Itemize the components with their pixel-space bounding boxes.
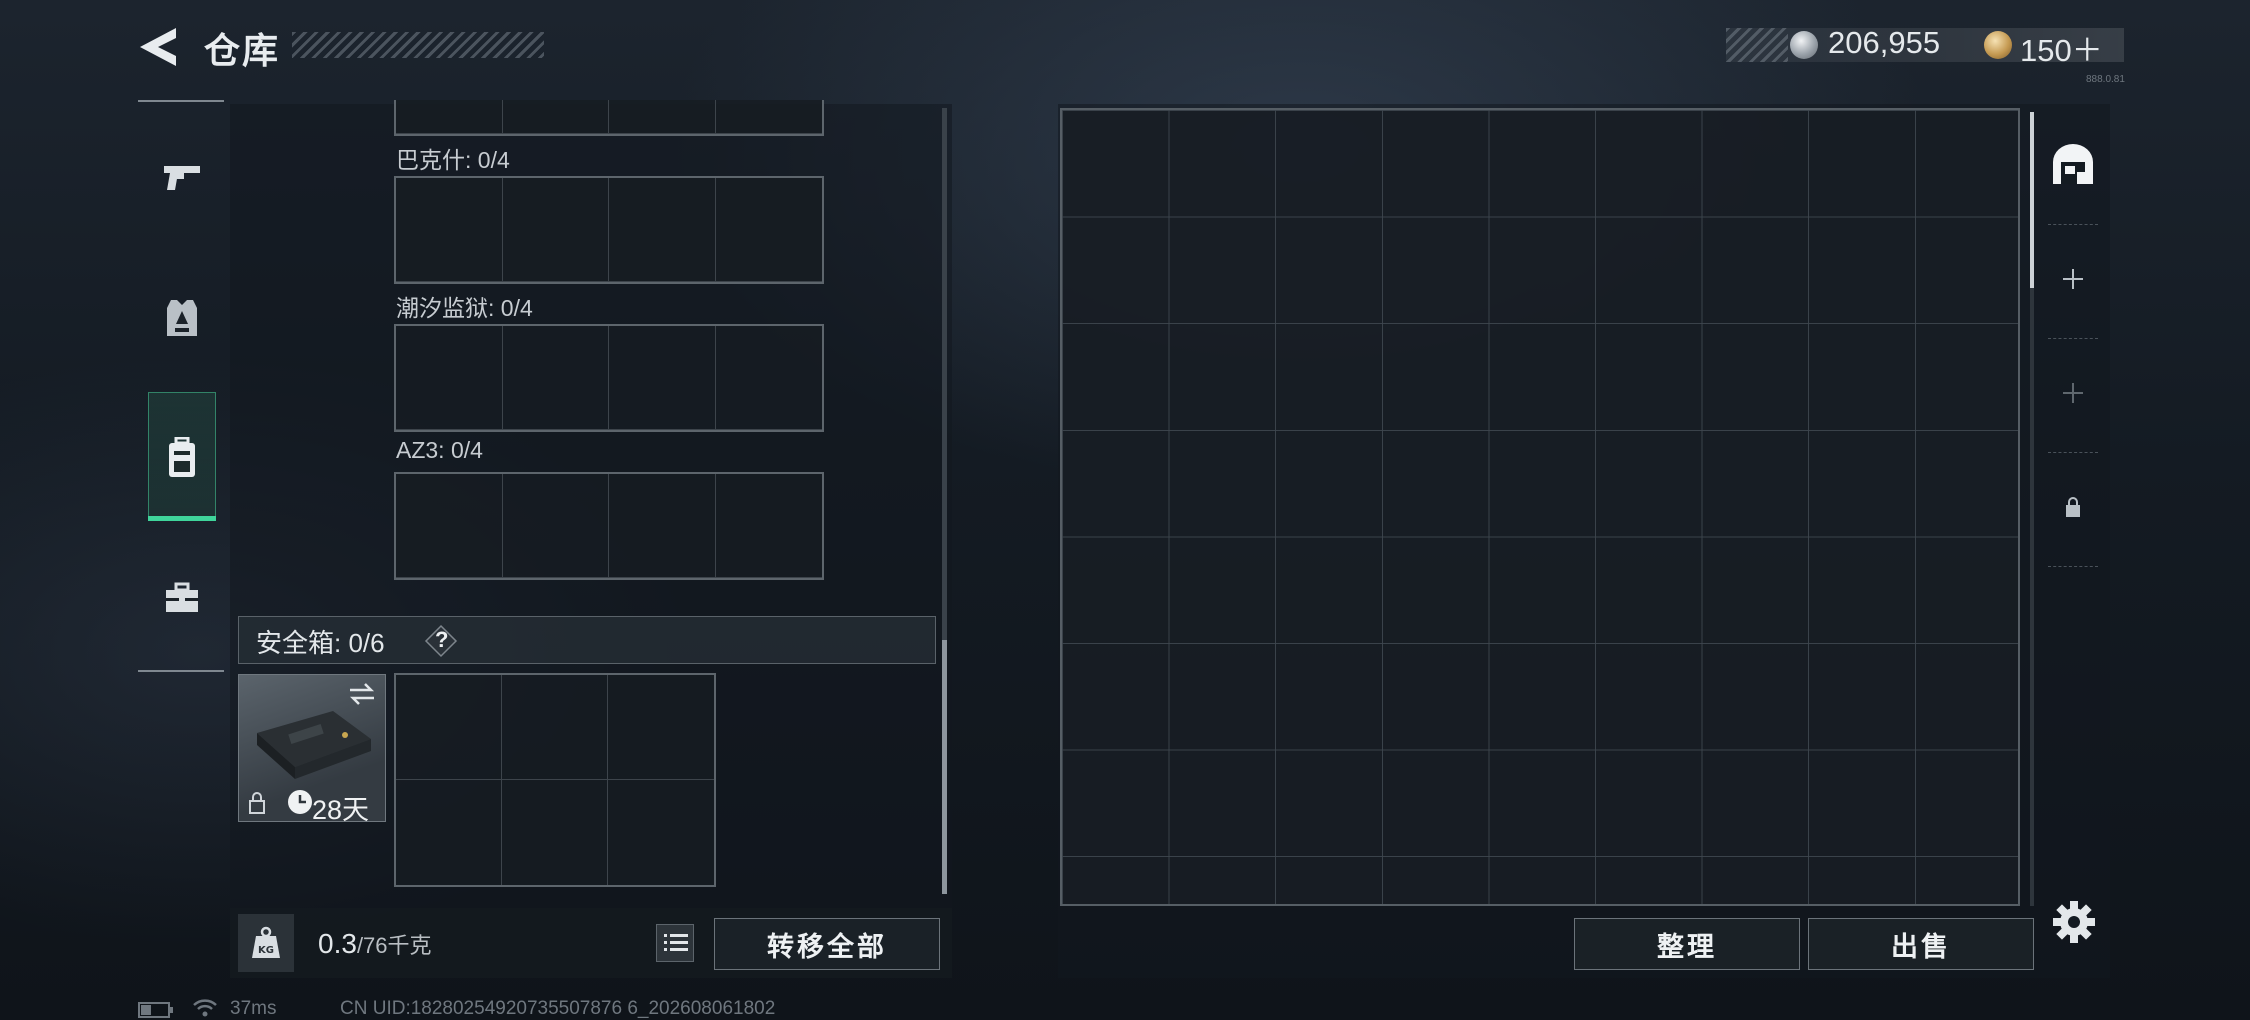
armor-vest-icon <box>167 300 197 336</box>
safebox-grid[interactable] <box>394 673 716 887</box>
storage-grid[interactable] <box>1060 108 2020 906</box>
weight-max: /76千克 <box>356 933 432 958</box>
rail-divider <box>2048 566 2098 568</box>
weight-icon-container: KG <box>238 914 294 972</box>
slot-grid-partial[interactable] <box>394 100 824 136</box>
storage-vault-icon <box>2053 144 2093 184</box>
slot-label-2: 潮汐监狱: 0/4 <box>396 295 533 321</box>
toolbox-icon <box>166 582 198 612</box>
loadout-scroll-thumb[interactable] <box>942 640 947 894</box>
rail-bottom-line <box>138 670 224 672</box>
back-arrow-icon[interactable] <box>136 24 180 70</box>
svg-text:KG: KG <box>258 945 274 956</box>
title-stripes-decoration <box>292 32 544 58</box>
rail-item-equipment[interactable] <box>148 538 216 658</box>
weight-readout: 0.3/76千克 <box>318 928 432 960</box>
storage-tabs-rail <box>2040 108 2106 568</box>
sell-button[interactable]: 出售 <box>1808 918 2034 970</box>
weight-current: 0.3 <box>318 928 357 959</box>
slot-label-1: 巴克什: 0/4 <box>396 147 510 173</box>
pistol-icon <box>164 166 200 190</box>
safebox-case-icon <box>257 711 371 779</box>
battery-icon <box>138 1002 173 1018</box>
plus-icon <box>2063 383 2083 403</box>
sort-button[interactable]: 整理 <box>1574 918 1800 970</box>
gear-icon[interactable] <box>2052 900 2096 944</box>
list-icon <box>664 934 688 951</box>
transfer-all-button[interactable]: 转移全部 <box>714 918 940 970</box>
weight-kg-icon: KG <box>252 926 280 958</box>
storage-tab-add-1[interactable] <box>2040 224 2106 334</box>
slot-label-3: AZ3: 0/4 <box>396 437 483 463</box>
wifi-icon <box>193 999 217 1017</box>
safebox-label: 安全箱: 0/6 <box>256 628 385 658</box>
lock-icon <box>249 792 265 814</box>
gold-currency-amount[interactable]: 150＋ <box>2020 25 2103 70</box>
rail-item-backpack[interactable] <box>148 398 216 518</box>
backpack-icon <box>169 437 195 477</box>
page-title: 仓库 <box>204 30 281 71</box>
rail-top-line <box>138 100 224 102</box>
clock-icon <box>288 790 312 814</box>
uid-text: CN UID:18280254920735507876 6_2026080618… <box>340 998 776 1019</box>
rail-item-armor[interactable] <box>148 258 216 378</box>
list-view-button[interactable] <box>656 924 694 962</box>
silver-currency-amount: 206,955 <box>1828 25 1941 60</box>
lock-icon <box>2066 497 2080 517</box>
slot-grid-2[interactable] <box>394 324 824 432</box>
gold-coin-icon[interactable] <box>1984 31 2012 59</box>
plus-icon <box>2063 269 2083 289</box>
ping-readout: 37ms <box>230 998 277 1019</box>
storage-tab-main[interactable] <box>2040 108 2106 220</box>
currency-stripes-decoration <box>1726 28 1788 62</box>
storage-tab-add-2[interactable] <box>2040 338 2106 448</box>
help-mark: ? <box>435 627 449 652</box>
storage-tab-locked[interactable] <box>2040 452 2106 562</box>
swap-icon[interactable] <box>347 681 377 707</box>
storage-scroll-thumb[interactable] <box>2030 112 2034 288</box>
slot-grid-1[interactable] <box>394 176 824 284</box>
rail-item-weapons[interactable] <box>148 118 216 238</box>
safebox-remaining-time: 28天 <box>312 795 370 825</box>
version-text: 888.0.81 <box>2086 74 2125 85</box>
silver-coin-icon <box>1790 31 1818 59</box>
slot-grid-3[interactable] <box>394 472 824 580</box>
help-badge[interactable]: ? <box>424 624 458 658</box>
